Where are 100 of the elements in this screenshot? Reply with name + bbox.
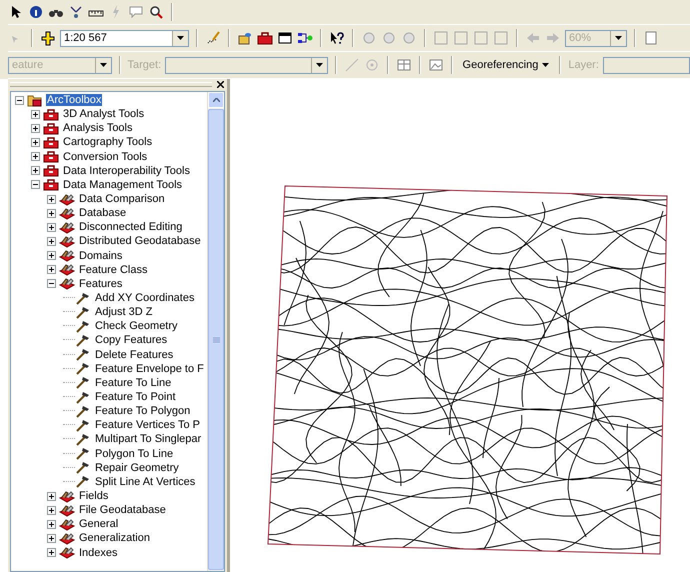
tree-item[interactable]: Generalization (78, 532, 151, 544)
expand-icon[interactable] (47, 492, 56, 500)
grip-icon (212, 336, 220, 342)
tree-item[interactable]: Polygon To Line (94, 448, 174, 460)
table-icon[interactable] (396, 57, 412, 73)
add-data-icon[interactable] (40, 30, 56, 46)
dropdown-button[interactable] (172, 30, 188, 46)
hammer-icon (75, 348, 91, 362)
expand-icon[interactable] (31, 110, 40, 119)
hammer-icon (75, 376, 91, 390)
expand-icon[interactable] (47, 520, 56, 529)
zoom-icon[interactable] (148, 4, 164, 20)
tree-item[interactable]: General (78, 518, 120, 530)
toolset-icon (59, 532, 75, 545)
target-label: Target: (128, 59, 162, 71)
tree-item[interactable]: File Geodatabase (78, 504, 167, 516)
scrollbar[interactable] (207, 92, 224, 571)
tree-item[interactable]: Delete Features (94, 348, 174, 361)
toolbox-icon (43, 150, 59, 164)
tree-item[interactable]: Domains (78, 250, 124, 262)
collapse-icon[interactable] (15, 96, 24, 105)
tree-item[interactable]: 3D Analyst Tools (62, 108, 146, 120)
tree-item[interactable]: Multipart To Singlepar (94, 433, 202, 446)
tree-item[interactable]: Indexes (78, 546, 119, 559)
identify-icon[interactable] (28, 4, 44, 20)
hammer-icon (75, 475, 91, 488)
collapse-icon[interactable] (47, 279, 56, 288)
tree-item[interactable]: Data Management Tools (62, 178, 184, 191)
expand-icon[interactable] (47, 236, 56, 246)
arccatalog-icon[interactable] (237, 30, 253, 46)
caret-icon (316, 63, 323, 67)
tree-item[interactable]: Check Geometry (94, 320, 179, 332)
close-button[interactable] (215, 80, 225, 90)
hammer-icon (75, 334, 91, 347)
expand-icon[interactable] (47, 534, 56, 543)
tree-item[interactable]: Analysis Tools (62, 122, 134, 134)
hammer-icon (75, 404, 91, 418)
model-builder-icon[interactable] (297, 30, 313, 46)
caret-icon (177, 36, 184, 40)
tree-item[interactable]: Feature Class (78, 264, 148, 276)
toolset-icon (59, 504, 75, 517)
expand-icon[interactable] (31, 124, 40, 133)
scroll-up-icon[interactable] (212, 98, 220, 102)
expand-icon[interactable] (47, 265, 56, 274)
toolset-icon (59, 490, 75, 502)
expand-icon[interactable] (47, 222, 56, 232)
expand-icon[interactable] (47, 548, 56, 558)
tree-item[interactable]: Feature Vertices To P (94, 419, 201, 432)
toolbox-icon (43, 122, 59, 135)
tree-item[interactable]: Data Comparison (78, 193, 166, 206)
georeferencing-menu[interactable]: Georeferencing (460, 59, 552, 71)
caret-icon (615, 36, 622, 40)
toolset-icon (59, 263, 75, 276)
expand-icon[interactable] (31, 152, 40, 162)
tree-item[interactable]: Feature To Line (94, 376, 172, 389)
window-icon[interactable] (277, 30, 293, 46)
tree-item[interactable]: Features (78, 278, 124, 290)
expand-icon[interactable] (47, 251, 56, 260)
toolbox-icon[interactable] (257, 30, 273, 46)
expand-icon[interactable] (47, 208, 56, 218)
tree-item[interactable]: Copy Features (94, 334, 168, 346)
hammer-icon (75, 447, 91, 460)
toolbox-icon (43, 136, 59, 149)
page-icon[interactable] (643, 30, 659, 46)
tree-item[interactable]: Database (78, 207, 128, 220)
viewer-icon[interactable] (428, 57, 444, 73)
tree-item[interactable]: ArcToolbox (46, 94, 102, 106)
tree-item[interactable]: Distributed Geodatabase (78, 235, 202, 248)
expand-icon[interactable] (47, 506, 56, 515)
tree-item[interactable]: Repair Geometry (94, 462, 180, 474)
hammer-icon (75, 362, 91, 376)
xy-icon[interactable] (68, 4, 84, 20)
collapse-icon[interactable] (31, 180, 40, 190)
expand-icon[interactable] (47, 194, 56, 204)
help-icon[interactable] (329, 30, 345, 46)
tree-item[interactable]: Split Line At Vertices (94, 476, 196, 488)
tree-item[interactable]: Feature To Polygon (94, 405, 192, 418)
expand-icon[interactable] (31, 166, 40, 176)
tree-item[interactable]: Disconnected Editing (78, 221, 184, 234)
expand-icon[interactable] (31, 138, 40, 147)
tree-item[interactable]: Fields (78, 490, 110, 502)
toolbox-icon (43, 164, 59, 178)
tree-item[interactable]: Data Interoperability Tools (62, 164, 191, 177)
hammer-icon (75, 292, 91, 305)
caret-icon (542, 63, 550, 67)
tree-item[interactable]: Cartography Tools (62, 136, 154, 148)
tree-item[interactable]: Adjust 3D Z (94, 306, 154, 318)
layer-label: Layer: (568, 59, 599, 71)
toolset-icon (59, 206, 75, 220)
caret-icon (100, 63, 107, 67)
hammer-icon (75, 390, 91, 404)
tree-item[interactable]: Conversion Tools (62, 150, 148, 163)
tree-item[interactable]: Feature To Point (94, 391, 177, 404)
tree-item[interactable]: Feature Envelope to F (94, 362, 205, 375)
target-field[interactable] (165, 56, 328, 74)
editor-icon[interactable] (205, 30, 221, 46)
toolset-icon (59, 234, 75, 248)
hammer-icon (75, 432, 91, 446)
layer-field[interactable] (602, 56, 690, 74)
tree-item[interactable]: Add XY Coordinates (94, 292, 196, 304)
